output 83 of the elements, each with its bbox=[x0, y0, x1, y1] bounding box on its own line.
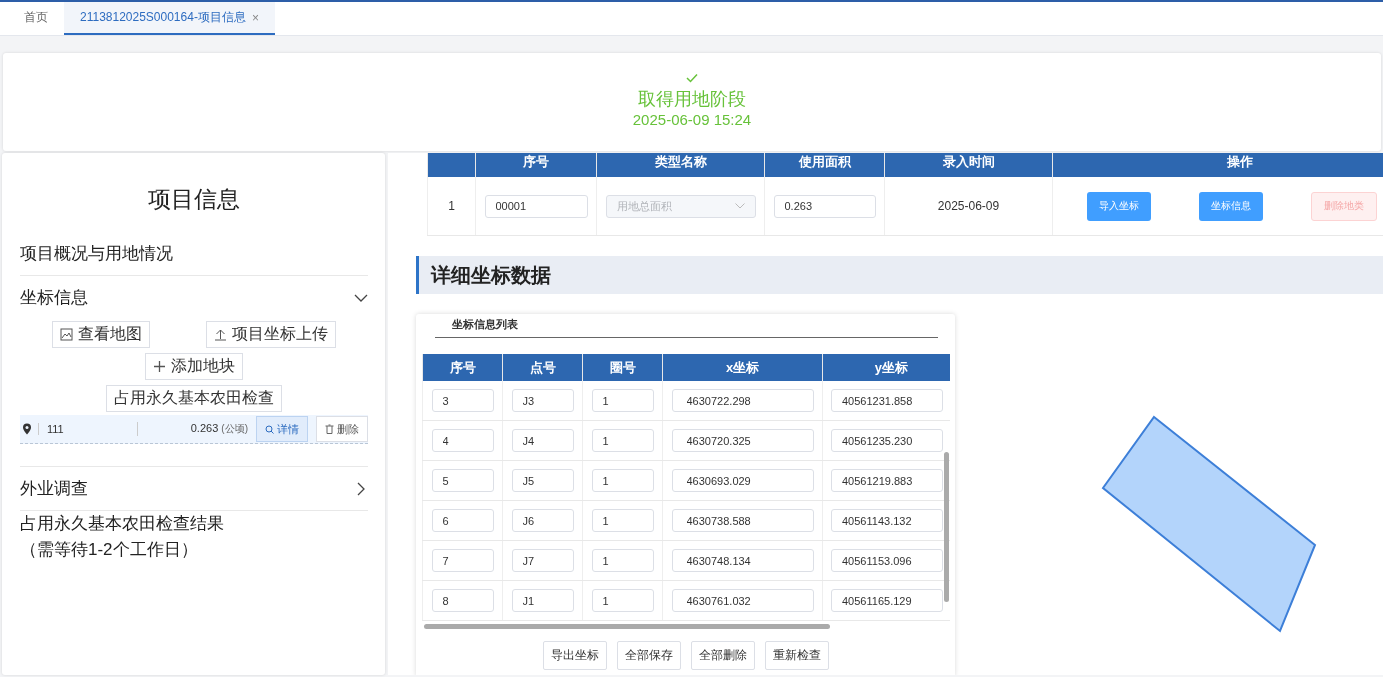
column-header: 录入时间 bbox=[884, 153, 1053, 177]
check-result-text[interactable]: （需等待1-2个工作日） bbox=[20, 536, 368, 562]
coordinate-field[interactable]: J3 bbox=[511, 389, 574, 412]
column-header: 序号 bbox=[475, 153, 597, 177]
coordinate-field[interactable]: 40561143.132 bbox=[831, 509, 943, 532]
upload-icon bbox=[214, 328, 227, 341]
area-field[interactable]: 0.263 bbox=[773, 194, 876, 218]
card-title: 坐标信息列表 bbox=[435, 314, 938, 338]
chevron-down-icon bbox=[734, 203, 745, 209]
coordinate-field[interactable]: 7 bbox=[431, 549, 494, 572]
action-button[interactable]: 添加地块 bbox=[145, 353, 243, 380]
tab[interactable]: 2113812025S000164-项目信息 × bbox=[64, 2, 275, 35]
coordinate-field[interactable]: 40561235.230 bbox=[831, 429, 943, 452]
coords-button[interactable]: 导出坐标 bbox=[542, 641, 607, 670]
coordinate-field[interactable]: 4630720.325 bbox=[671, 429, 814, 452]
type-select: 用地总面积 bbox=[605, 194, 756, 218]
coordinate-field[interactable]: 4630693.029 bbox=[671, 469, 814, 492]
coordinate-field[interactable]: 1 bbox=[591, 429, 654, 452]
column-header: x坐标 bbox=[662, 354, 823, 381]
plot-area: 0.263 bbox=[190, 422, 219, 434]
coordinate-field[interactable]: 40561219.883 bbox=[831, 469, 943, 492]
column-header: y坐标 bbox=[822, 354, 950, 381]
coordinate-field[interactable]: 6 bbox=[431, 509, 494, 532]
panel-title: 项目信息 bbox=[147, 185, 241, 214]
date-cell: 2025-06-09 bbox=[884, 177, 1053, 236]
column-header: 序号 bbox=[422, 354, 503, 381]
coordinate-field[interactable]: 1 bbox=[591, 389, 654, 412]
coordinate-field[interactable]: 5 bbox=[431, 469, 494, 492]
plot-name: 111 bbox=[38, 423, 137, 435]
detail-button[interactable]: 详情 bbox=[256, 416, 308, 442]
area-unit: (公顷) bbox=[221, 423, 248, 434]
field-survey-item[interactable]: 外业调查 bbox=[20, 466, 368, 511]
plus-icon bbox=[153, 360, 166, 373]
action-button[interactable]: 查看地图 bbox=[52, 321, 150, 348]
pin-icon bbox=[22, 423, 32, 435]
trash-icon bbox=[325, 424, 334, 434]
coordinate-field[interactable]: 40561153.096 bbox=[831, 549, 943, 572]
action-button[interactable]: 项目坐标上传 bbox=[206, 321, 336, 348]
row-number: 1 bbox=[427, 177, 476, 236]
column-header: 圈号 bbox=[582, 354, 663, 381]
coordinate-field[interactable]: J4 bbox=[511, 429, 574, 452]
coordinate-field[interactable]: 4630748.134 bbox=[671, 549, 814, 572]
horizontal-scrollbar[interactable] bbox=[424, 624, 830, 629]
coordinate-field[interactable]: J1 bbox=[511, 589, 574, 612]
coordinate-field[interactable]: J5 bbox=[511, 469, 574, 492]
column-header: 操作 bbox=[1052, 153, 1383, 177]
coordinate-field[interactable]: J6 bbox=[511, 509, 574, 532]
coords-section-header[interactable]: 坐标信息 bbox=[20, 276, 368, 319]
column-header: 类型名称 bbox=[596, 153, 765, 177]
stage-label: 取得用地阶段 bbox=[638, 88, 746, 111]
coordinate-field[interactable]: 8 bbox=[431, 589, 494, 612]
image-icon bbox=[60, 328, 73, 341]
section-label: 坐标信息 bbox=[20, 287, 88, 309]
column-header: 使用面积 bbox=[764, 153, 885, 177]
coordinate-field[interactable]: 4630761.032 bbox=[671, 589, 814, 612]
coordinate-field[interactable]: J7 bbox=[511, 549, 574, 572]
overview-item[interactable]: 项目概况与用地情况 bbox=[20, 232, 368, 276]
tab-label: 2113812025S000164-项目信息 bbox=[80, 9, 246, 26]
vertical-scrollbar[interactable] bbox=[944, 452, 949, 602]
tab-label: 首页 bbox=[24, 9, 48, 26]
coordinate-field[interactable]: 1 bbox=[591, 589, 654, 612]
coordinate-field[interactable]: 40561231.858 bbox=[831, 389, 943, 412]
section-title: 详细坐标数据 bbox=[416, 256, 1383, 294]
column-header: 点号 bbox=[502, 354, 583, 381]
coordinate-field[interactable]: 1 bbox=[591, 549, 654, 572]
code-field[interactable]: 00001 bbox=[484, 194, 588, 218]
coords-button[interactable]: 全部保存 bbox=[616, 641, 681, 670]
section-label: 外业调查 bbox=[20, 478, 88, 500]
coordinate-field[interactable]: 3 bbox=[431, 389, 494, 412]
search-icon bbox=[265, 424, 274, 434]
coordinate-field[interactable]: 4 bbox=[431, 429, 494, 452]
coordinate-field[interactable]: 4630738.588 bbox=[671, 509, 814, 532]
coordinate-field[interactable]: 4630722.298 bbox=[671, 389, 814, 412]
coordinate-field[interactable]: 40561165.129 bbox=[831, 589, 943, 612]
stage-time: 2025-06-09 15:24 bbox=[632, 111, 752, 128]
coords-button[interactable]: 全部删除 bbox=[690, 641, 755, 670]
coordinate-field[interactable]: 1 bbox=[591, 509, 654, 532]
coordinate-field[interactable]: 1 bbox=[591, 469, 654, 492]
plot-row[interactable]: 111 0.263 (公顷) 详情 删除 bbox=[20, 415, 368, 444]
check-result-text[interactable]: 占用永久基本农田检查结果 bbox=[20, 511, 368, 537]
coords-button[interactable]: 重新检查 bbox=[764, 641, 829, 670]
delete-button[interactable]: 删除 bbox=[316, 416, 368, 442]
action-button[interactable]: 占用永久基本农田检查 bbox=[106, 385, 282, 412]
